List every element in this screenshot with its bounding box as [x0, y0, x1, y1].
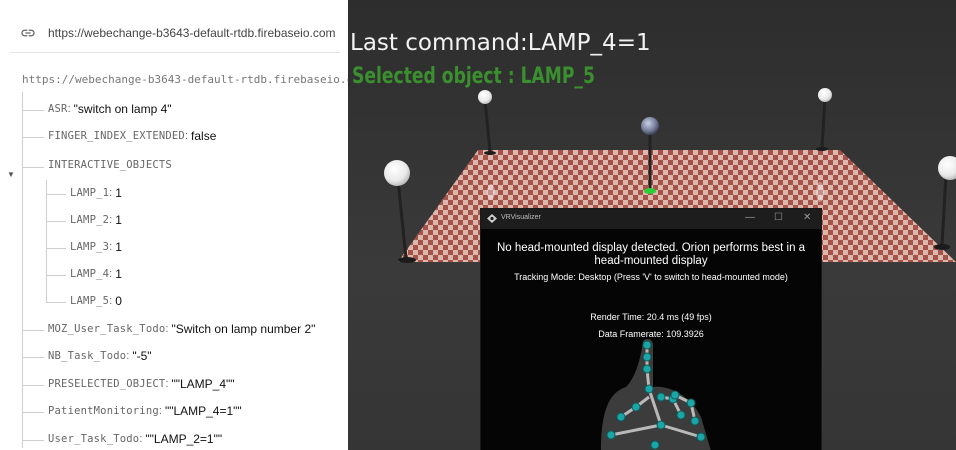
database-url-bar[interactable]: https://webechange-b3643-default-rtdb.fi… — [10, 14, 340, 53]
window-titlebar[interactable]: VRVisualizer — ☐ ✕ — [481, 209, 821, 229]
tree-row-patient-monitoring[interactable]: PatientMonitoring: ""LAMP_4=1"" — [48, 404, 242, 418]
3d-scene-viewport[interactable]: Last command:LAMP_4=1 Selected object : … — [348, 0, 956, 450]
minimize-button[interactable]: — — [745, 212, 755, 223]
hand-skeleton-visualization — [601, 338, 711, 450]
tree-row-lamp-5[interactable]: LAMP_5: 0 — [70, 294, 122, 308]
selected-object-text: Selected object : LAMP_5 — [352, 64, 595, 89]
tree-key: MOZ_User_Task_Todo — [48, 323, 166, 335]
tree-key: LAMP_5 — [70, 295, 110, 307]
tree-row-lamp-1[interactable]: LAMP_1: 1 — [70, 186, 122, 200]
tree-key: ASR — [48, 103, 68, 115]
tree-row-asr[interactable]: ASR: "switch on lamp 4" — [48, 102, 172, 116]
tree-row-lamp-2[interactable]: LAMP_2: 1 — [70, 213, 122, 227]
tree-value: "-5" — [132, 349, 152, 363]
selected-lamp-base — [644, 188, 656, 194]
tree-value: "switch on lamp 4" — [73, 102, 172, 116]
tree-row-lamp-3[interactable]: LAMP_3: 1 — [70, 240, 122, 254]
tree-row-interactive-objects[interactable]: INTERACTIVE_OBJECTS — [48, 159, 172, 171]
tree-value: 0 — [115, 294, 122, 308]
firebase-database-panel: https://webechange-b3643-default-rtdb.fi… — [0, 0, 348, 450]
tree-value: false — [191, 129, 217, 143]
tree-row-lamp-4[interactable]: LAMP_4: 1 — [70, 267, 122, 281]
tree-row-user-task-todo[interactable]: User_Task_Todo: ""LAMP_2=1"" — [48, 432, 222, 446]
tree-row-preselected-object[interactable]: PRESELECTED_OBJECT: ""LAMP_4"" — [48, 377, 235, 391]
hmd-warning-text: No head-mounted display detected. Orion … — [496, 242, 806, 267]
link-icon — [21, 29, 35, 37]
tree-value: ""LAMP_4"" — [171, 377, 235, 391]
tree-key: NB_Task_Todo — [48, 350, 127, 362]
caret-down-icon[interactable]: ▼ — [7, 170, 15, 179]
tree-key: FINGER_INDEX_EXTENDED — [48, 130, 185, 142]
tree-value: 1 — [115, 267, 122, 281]
tree-key: INTERACTIVE_OBJECTS — [48, 159, 172, 171]
leap-motion-logo-icon — [487, 214, 497, 223]
tree-key: LAMP_3 — [70, 241, 110, 253]
tree-key: LAMP_1 — [70, 187, 110, 199]
tree-key: LAMP_4 — [70, 268, 110, 280]
vrvisualizer-window[interactable]: VRVisualizer — ☐ ✕ No head-mounted displ… — [480, 208, 822, 450]
lamp-globe — [938, 156, 956, 180]
tree-key: User_Task_Todo — [48, 433, 140, 445]
tree-value: 1 — [115, 186, 122, 200]
render-time-text: Render Time: 20.4 ms (49 fps) — [590, 312, 712, 322]
tree-row-moz-user-task-todo[interactable]: MOZ_User_Task_Todo: "Switch on lamp numb… — [48, 322, 315, 336]
close-button[interactable]: ✕ — [803, 212, 811, 223]
lamp-globe — [818, 88, 832, 102]
lamp-globe — [641, 117, 659, 135]
database-url-text: https://webechange-b3643-default-rtdb.fi… — [48, 26, 336, 40]
tree-key: PRESELECTED_OBJECT — [48, 378, 166, 390]
last-command-text: Last command:LAMP_4=1 — [350, 30, 651, 56]
tree-value: ""LAMP_4=1"" — [164, 404, 242, 418]
window-title: VRVisualizer — [501, 214, 541, 221]
tree-row-nb-task-todo[interactable]: NB_Task_Todo: "-5" — [48, 349, 152, 363]
tree-value: 1 — [115, 240, 122, 254]
tree-value: ""LAMP_2=1"" — [145, 432, 223, 446]
database-root-url[interactable]: https://webechange-b3643-default-rtdb.fi… — [22, 73, 348, 86]
tree-value: 1 — [115, 213, 122, 227]
maximize-button[interactable]: ☐ — [774, 212, 783, 223]
tracking-mode-text: Tracking Mode: Desktop (Press 'V' to swi… — [514, 272, 788, 282]
tree-value: "Switch on lamp number 2" — [171, 322, 316, 336]
lamp-globe — [478, 90, 492, 104]
tree-key: LAMP_2 — [70, 214, 110, 226]
tree-key: PatientMonitoring — [48, 405, 159, 417]
tree-row-finger-index-extended[interactable]: FINGER_INDEX_EXTENDED: false — [48, 129, 216, 143]
lamp-globe — [384, 160, 410, 186]
